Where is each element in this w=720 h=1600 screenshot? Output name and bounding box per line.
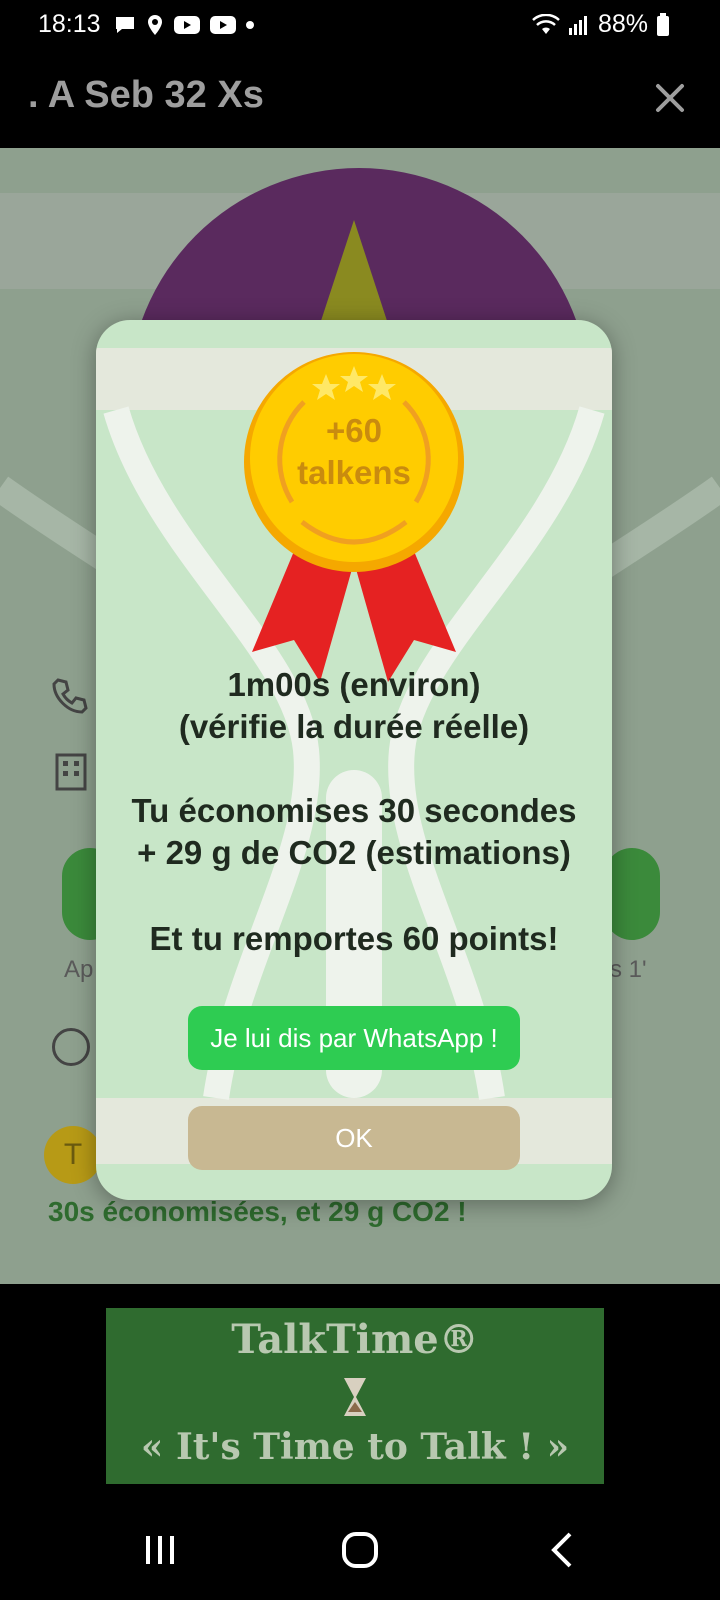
- talktime-banner[interactable]: TalkTime® « It's Time to Talk ! »: [106, 1308, 604, 1484]
- medal-points: +60: [326, 412, 382, 449]
- banner-tagline: « It's Time to Talk ! »: [140, 1426, 570, 1468]
- youtube-icon: [210, 16, 236, 34]
- chat-icon: [116, 17, 134, 33]
- dot-icon: [246, 21, 254, 29]
- ok-button[interactable]: OK: [188, 1106, 520, 1170]
- contact-title: . A Seb 32 Xs: [28, 74, 264, 116]
- duration-text: 1m00s (environ): [227, 666, 481, 703]
- avatar: T: [44, 1126, 102, 1184]
- savings-co2: + 29 g de CO2 (estimations): [137, 834, 571, 871]
- navigation-bar: [0, 1500, 720, 1600]
- battery-percent: 88%: [597, 10, 648, 38]
- phone-icon: [52, 678, 88, 714]
- location-icon: [148, 15, 162, 35]
- app-bar: . A Seb 32 Xs: [0, 52, 720, 148]
- medal-label: +60 talkens: [242, 410, 466, 494]
- call-label: Ap: [64, 956, 94, 983]
- dial-needle: [318, 220, 390, 330]
- close-icon[interactable]: [650, 78, 690, 118]
- reward-dialog: +60 talkens 1m00s (environ) (vérifie la …: [96, 320, 612, 1200]
- status-time: 18:13: [38, 10, 101, 38]
- recent-apps-icon[interactable]: [136, 1526, 184, 1574]
- building-icon: [55, 753, 87, 791]
- timer-label: s 1': [610, 956, 647, 983]
- status-right: 88%: [532, 10, 670, 39]
- whatsapp-share-button[interactable]: Je lui dis par WhatsApp !: [188, 1006, 520, 1070]
- medal-icon: [244, 352, 464, 682]
- timer-button[interactable]: [604, 848, 660, 940]
- banner-title: TalkTime®: [231, 1316, 479, 1363]
- clock-icon: [52, 1028, 90, 1066]
- battery-icon: [657, 12, 669, 36]
- notification-icons: [114, 14, 254, 36]
- status-bar: 18:13 88%: [0, 0, 720, 52]
- home-icon[interactable]: [336, 1526, 384, 1574]
- saved-summary: 30s économisées, et 29 g CO2 !: [48, 1196, 467, 1227]
- signal-icon: [568, 15, 587, 35]
- points-text: Et tu remportes 60 points!: [149, 920, 559, 957]
- medal-unit: talkens: [297, 454, 411, 491]
- duration-note: (vérifie la durée réelle): [178, 708, 530, 745]
- youtube-icon: [174, 16, 200, 34]
- back-icon[interactable]: [540, 1526, 588, 1574]
- wifi-icon: [532, 13, 560, 34]
- savings-time: Tu économises 30 secondes: [131, 792, 577, 829]
- hourglass-icon: [344, 1378, 366, 1416]
